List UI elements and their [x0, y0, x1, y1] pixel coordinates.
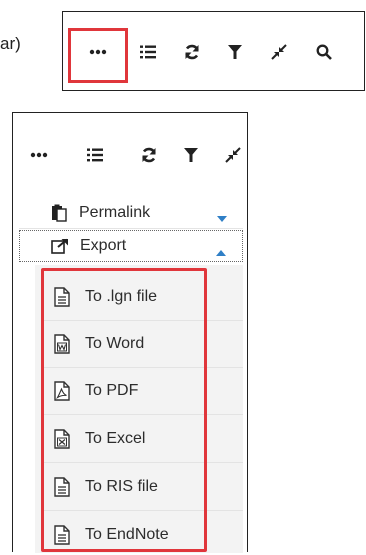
- panel-toolbar: [13, 113, 247, 183]
- menu-panel: Permalink Export To .lgn file To Word To…: [12, 112, 248, 553]
- search-button[interactable]: [312, 40, 336, 64]
- refresh-button[interactable]: [180, 40, 204, 64]
- list-button[interactable]: [83, 143, 107, 167]
- list-icon: [87, 148, 103, 162]
- ellipsis-icon: [30, 152, 48, 158]
- list-button[interactable]: [136, 40, 160, 64]
- filter-icon: [228, 44, 242, 59]
- refresh-icon: [185, 44, 199, 60]
- search-icon: [316, 44, 332, 60]
- compress-icon: [271, 44, 287, 60]
- export-label: Export: [80, 237, 127, 254]
- top-toolbar: [62, 11, 365, 91]
- external-link-icon: [50, 236, 70, 256]
- clipboard-icon: [49, 203, 69, 223]
- filter-button[interactable]: [223, 40, 247, 64]
- caret-down-icon: [217, 209, 227, 227]
- permalink-menu-item[interactable]: Permalink: [19, 197, 243, 229]
- export-menu-item[interactable]: Export: [19, 230, 243, 262]
- list-icon: [140, 45, 156, 59]
- refresh-button[interactable]: [137, 143, 161, 167]
- collapse-button[interactable]: [221, 143, 245, 167]
- ellipsis-icon: [89, 49, 107, 55]
- compress-icon: [225, 147, 241, 163]
- more-button[interactable]: [86, 40, 110, 64]
- collapse-button[interactable]: [267, 40, 291, 64]
- more-button[interactable]: [27, 143, 51, 167]
- caption-fragment: ar): [0, 34, 21, 53]
- permalink-label: Permalink: [79, 203, 151, 221]
- caret-up-icon: [216, 243, 226, 261]
- filter-button[interactable]: [179, 143, 203, 167]
- refresh-icon: [142, 147, 156, 163]
- filter-icon: [184, 147, 198, 162]
- highlight-box: [41, 268, 207, 552]
